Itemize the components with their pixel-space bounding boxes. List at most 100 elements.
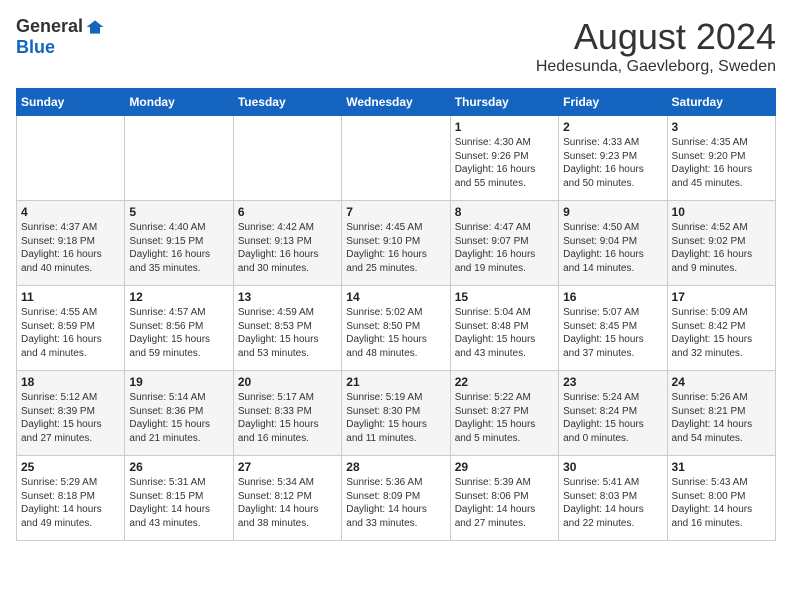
day-info: Sunrise: 4:42 AM Sunset: 9:13 PM Dayligh… bbox=[238, 221, 337, 275]
day-info: Sunrise: 5:41 AM Sunset: 8:03 PM Dayligh… bbox=[563, 476, 662, 530]
calendar-cell: 3 Sunrise: 4:35 AM Sunset: 9:20 PM Daylig… bbox=[667, 116, 775, 201]
day-info: Sunrise: 4:30 AM Sunset: 9:26 PM Dayligh… bbox=[455, 136, 554, 190]
calendar-cell: 6 Sunrise: 4:42 AM Sunset: 9:13 PM Daylig… bbox=[233, 201, 341, 286]
calendar-cell: 15 Sunrise: 5:04 AM Sunset: 8:48 PM Dayli… bbox=[450, 286, 558, 371]
calendar-cell bbox=[17, 116, 125, 201]
day-info: Sunrise: 4:37 AM Sunset: 9:18 PM Dayligh… bbox=[21, 221, 120, 275]
calendar-cell: 11 Sunrise: 4:55 AM Sunset: 8:59 PM Dayli… bbox=[17, 286, 125, 371]
day-info: Sunrise: 4:33 AM Sunset: 9:23 PM Dayligh… bbox=[563, 136, 662, 190]
day-number: 20 bbox=[238, 375, 337, 389]
day-number: 3 bbox=[672, 120, 771, 134]
day-info: Sunrise: 5:09 AM Sunset: 8:42 PM Dayligh… bbox=[672, 306, 771, 360]
day-number: 12 bbox=[129, 290, 228, 304]
day-info: Sunrise: 4:40 AM Sunset: 9:15 PM Dayligh… bbox=[129, 221, 228, 275]
day-number: 21 bbox=[346, 375, 445, 389]
day-info: Sunrise: 4:52 AM Sunset: 9:02 PM Dayligh… bbox=[672, 221, 771, 275]
day-info: Sunrise: 5:14 AM Sunset: 8:36 PM Dayligh… bbox=[129, 391, 228, 445]
day-number: 8 bbox=[455, 205, 554, 219]
calendar-cell: 13Sunrise: 4:59 AM Sunset: 8:53 PM Dayli… bbox=[233, 286, 341, 371]
calendar-header-row: SundayMondayTuesdayWednesdayThursdayFrid… bbox=[17, 89, 776, 116]
day-info: Sunrise: 5:12 AM Sunset: 8:39 PM Dayligh… bbox=[21, 391, 120, 445]
day-info: Sunrise: 5:34 AM Sunset: 8:12 PM Dayligh… bbox=[238, 476, 337, 530]
day-number: 31 bbox=[672, 460, 771, 474]
day-number: 26 bbox=[129, 460, 228, 474]
day-info: Sunrise: 4:57 AM Sunset: 8:56 PM Dayligh… bbox=[129, 306, 228, 360]
calendar-table: SundayMondayTuesdayWednesdayThursdayFrid… bbox=[16, 88, 776, 541]
calendar-cell: 5 Sunrise: 4:40 AM Sunset: 9:15 PM Daylig… bbox=[125, 201, 233, 286]
logo-general-text: General bbox=[16, 16, 83, 37]
month-year-title: August 2024 bbox=[536, 16, 776, 58]
day-info: Sunrise: 5:04 AM Sunset: 8:48 PM Dayligh… bbox=[455, 306, 554, 360]
header-sunday: Sunday bbox=[17, 89, 125, 116]
header-thursday: Thursday bbox=[450, 89, 558, 116]
calendar-cell: 30 Sunrise: 5:41 AM Sunset: 8:03 PM Dayli… bbox=[559, 456, 667, 541]
day-number: 27 bbox=[238, 460, 337, 474]
day-number: 18 bbox=[21, 375, 120, 389]
page-header: General Blue August 2024 Hedesunda, Gaev… bbox=[16, 16, 776, 76]
day-number: 7 bbox=[346, 205, 445, 219]
calendar-cell: 24Sunrise: 5:26 AM Sunset: 8:21 PM Dayli… bbox=[667, 371, 775, 456]
day-info: Sunrise: 5:39 AM Sunset: 8:06 PM Dayligh… bbox=[455, 476, 554, 530]
calendar-cell: 21 Sunrise: 5:19 AM Sunset: 8:30 PM Dayli… bbox=[342, 371, 450, 456]
day-number: 17 bbox=[672, 290, 771, 304]
header-friday: Friday bbox=[559, 89, 667, 116]
calendar-cell: 18 Sunrise: 5:12 AM Sunset: 8:39 PM Dayli… bbox=[17, 371, 125, 456]
logo-icon bbox=[85, 17, 105, 37]
week-row-1: 1 Sunrise: 4:30 AM Sunset: 9:26 PM Daylig… bbox=[17, 116, 776, 201]
calendar-cell: 31Sunrise: 5:43 AM Sunset: 8:00 PM Dayli… bbox=[667, 456, 775, 541]
calendar-cell: 17 Sunrise: 5:09 AM Sunset: 8:42 PM Dayli… bbox=[667, 286, 775, 371]
calendar-cell: 26 Sunrise: 5:31 AM Sunset: 8:15 PM Dayli… bbox=[125, 456, 233, 541]
calendar-cell: 4 Sunrise: 4:37 AM Sunset: 9:18 PM Daylig… bbox=[17, 201, 125, 286]
day-info: Sunrise: 4:35 AM Sunset: 9:20 PM Dayligh… bbox=[672, 136, 771, 190]
day-number: 30 bbox=[563, 460, 662, 474]
day-number: 5 bbox=[129, 205, 228, 219]
day-number: 23 bbox=[563, 375, 662, 389]
calendar-cell: 25Sunrise: 5:29 AM Sunset: 8:18 PM Dayli… bbox=[17, 456, 125, 541]
day-number: 28 bbox=[346, 460, 445, 474]
day-info: Sunrise: 5:02 AM Sunset: 8:50 PM Dayligh… bbox=[346, 306, 445, 360]
calendar-cell: 7Sunrise: 4:45 AM Sunset: 9:10 PM Daylig… bbox=[342, 201, 450, 286]
calendar-cell: 19 Sunrise: 5:14 AM Sunset: 8:36 PM Dayli… bbox=[125, 371, 233, 456]
day-number: 19 bbox=[129, 375, 228, 389]
calendar-cell: 28 Sunrise: 5:36 AM Sunset: 8:09 PM Dayli… bbox=[342, 456, 450, 541]
calendar-cell bbox=[233, 116, 341, 201]
calendar-cell: 16 Sunrise: 5:07 AM Sunset: 8:45 PM Dayli… bbox=[559, 286, 667, 371]
week-row-2: 4 Sunrise: 4:37 AM Sunset: 9:18 PM Daylig… bbox=[17, 201, 776, 286]
calendar-cell: 22Sunrise: 5:22 AM Sunset: 8:27 PM Dayli… bbox=[450, 371, 558, 456]
header-wednesday: Wednesday bbox=[342, 89, 450, 116]
day-info: Sunrise: 5:07 AM Sunset: 8:45 PM Dayligh… bbox=[563, 306, 662, 360]
day-info: Sunrise: 4:50 AM Sunset: 9:04 PM Dayligh… bbox=[563, 221, 662, 275]
calendar-cell bbox=[342, 116, 450, 201]
day-number: 16 bbox=[563, 290, 662, 304]
day-number: 1 bbox=[455, 120, 554, 134]
day-info: Sunrise: 5:29 AM Sunset: 8:18 PM Dayligh… bbox=[21, 476, 120, 530]
day-info: Sunrise: 5:31 AM Sunset: 8:15 PM Dayligh… bbox=[129, 476, 228, 530]
day-number: 11 bbox=[21, 290, 120, 304]
day-info: Sunrise: 5:19 AM Sunset: 8:30 PM Dayligh… bbox=[346, 391, 445, 445]
logo: General Blue bbox=[16, 16, 105, 58]
day-number: 6 bbox=[238, 205, 337, 219]
day-info: Sunrise: 5:36 AM Sunset: 8:09 PM Dayligh… bbox=[346, 476, 445, 530]
day-info: Sunrise: 5:24 AM Sunset: 8:24 PM Dayligh… bbox=[563, 391, 662, 445]
week-row-5: 25Sunrise: 5:29 AM Sunset: 8:18 PM Dayli… bbox=[17, 456, 776, 541]
calendar-cell: 12 Sunrise: 4:57 AM Sunset: 8:56 PM Dayli… bbox=[125, 286, 233, 371]
day-number: 13 bbox=[238, 290, 337, 304]
calendar-cell: 20 Sunrise: 5:17 AM Sunset: 8:33 PM Dayli… bbox=[233, 371, 341, 456]
calendar-cell bbox=[125, 116, 233, 201]
location-subtitle: Hedesunda, Gaevleborg, Sweden bbox=[536, 58, 776, 76]
day-number: 9 bbox=[563, 205, 662, 219]
day-number: 15 bbox=[455, 290, 554, 304]
calendar-cell: 8Sunrise: 4:47 AM Sunset: 9:07 PM Daylig… bbox=[450, 201, 558, 286]
day-number: 14 bbox=[346, 290, 445, 304]
day-number: 2 bbox=[563, 120, 662, 134]
day-info: Sunrise: 4:55 AM Sunset: 8:59 PM Dayligh… bbox=[21, 306, 120, 360]
calendar-cell: 27 Sunrise: 5:34 AM Sunset: 8:12 PM Dayli… bbox=[233, 456, 341, 541]
week-row-3: 11 Sunrise: 4:55 AM Sunset: 8:59 PM Dayli… bbox=[17, 286, 776, 371]
day-info: Sunrise: 5:17 AM Sunset: 8:33 PM Dayligh… bbox=[238, 391, 337, 445]
day-number: 4 bbox=[21, 205, 120, 219]
header-saturday: Saturday bbox=[667, 89, 775, 116]
calendar-cell: 23 Sunrise: 5:24 AM Sunset: 8:24 PM Dayli… bbox=[559, 371, 667, 456]
calendar-cell: 14 Sunrise: 5:02 AM Sunset: 8:50 PM Dayli… bbox=[342, 286, 450, 371]
day-number: 24 bbox=[672, 375, 771, 389]
day-number: 22 bbox=[455, 375, 554, 389]
